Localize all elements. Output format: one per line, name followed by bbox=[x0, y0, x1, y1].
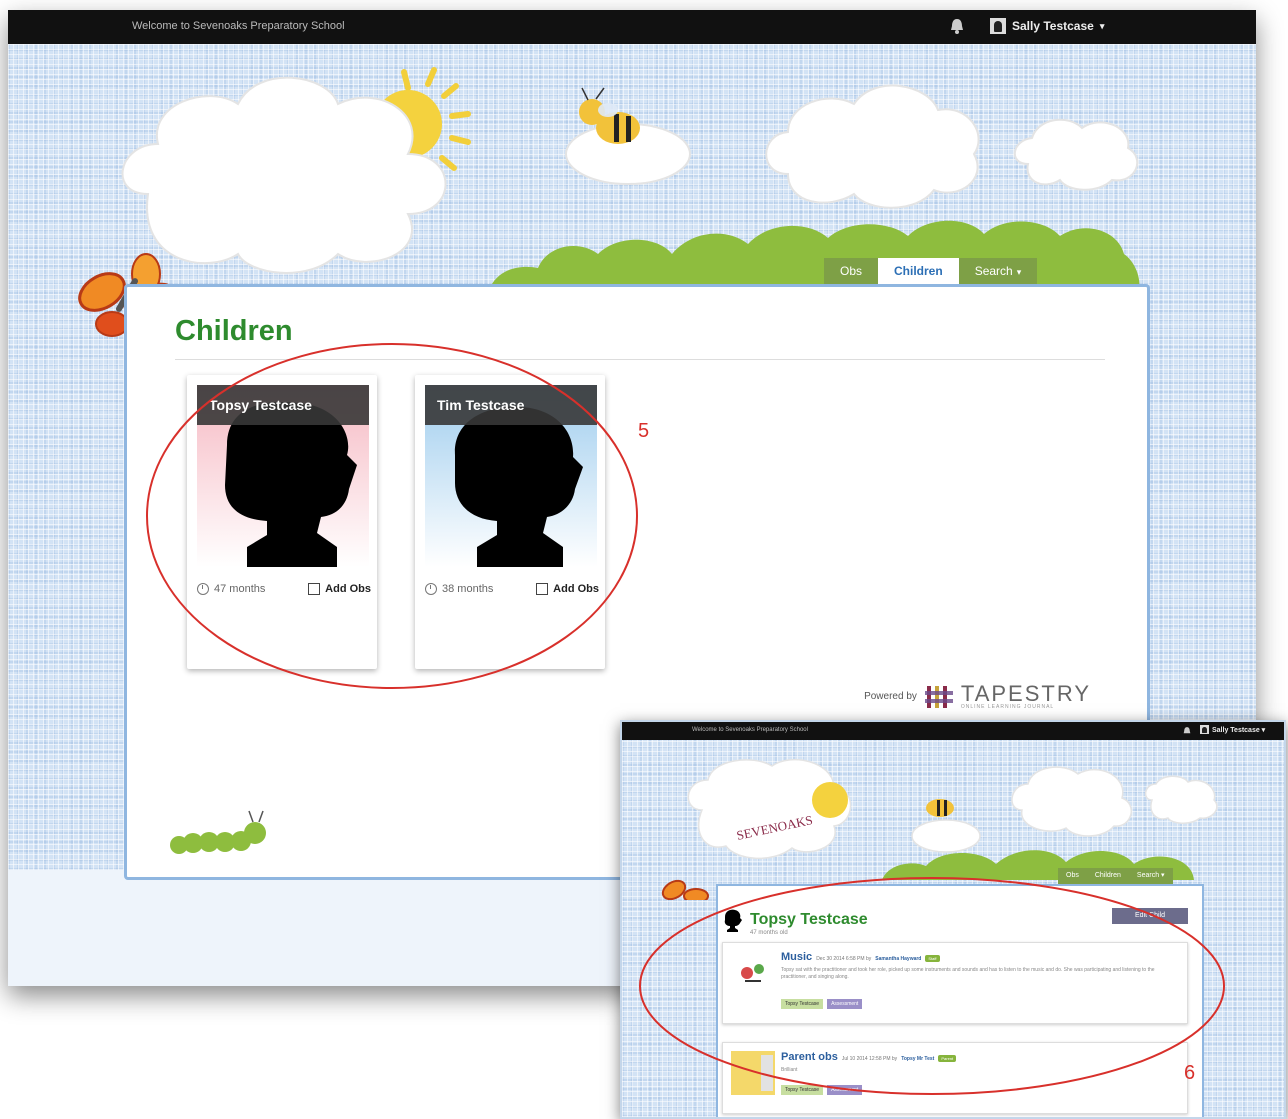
inset-browser-window: SEVENOAKS Welcome to Sevenoaks Preparato… bbox=[620, 720, 1286, 1119]
annotation-number: 5 bbox=[638, 420, 650, 442]
inset-annotation-overlay bbox=[639, 877, 1225, 1095]
annotation-ellipse-5 bbox=[146, 343, 638, 689]
annotation-ellipse-6 bbox=[639, 877, 1225, 1095]
annotation-number: 6 bbox=[1184, 1062, 1196, 1084]
